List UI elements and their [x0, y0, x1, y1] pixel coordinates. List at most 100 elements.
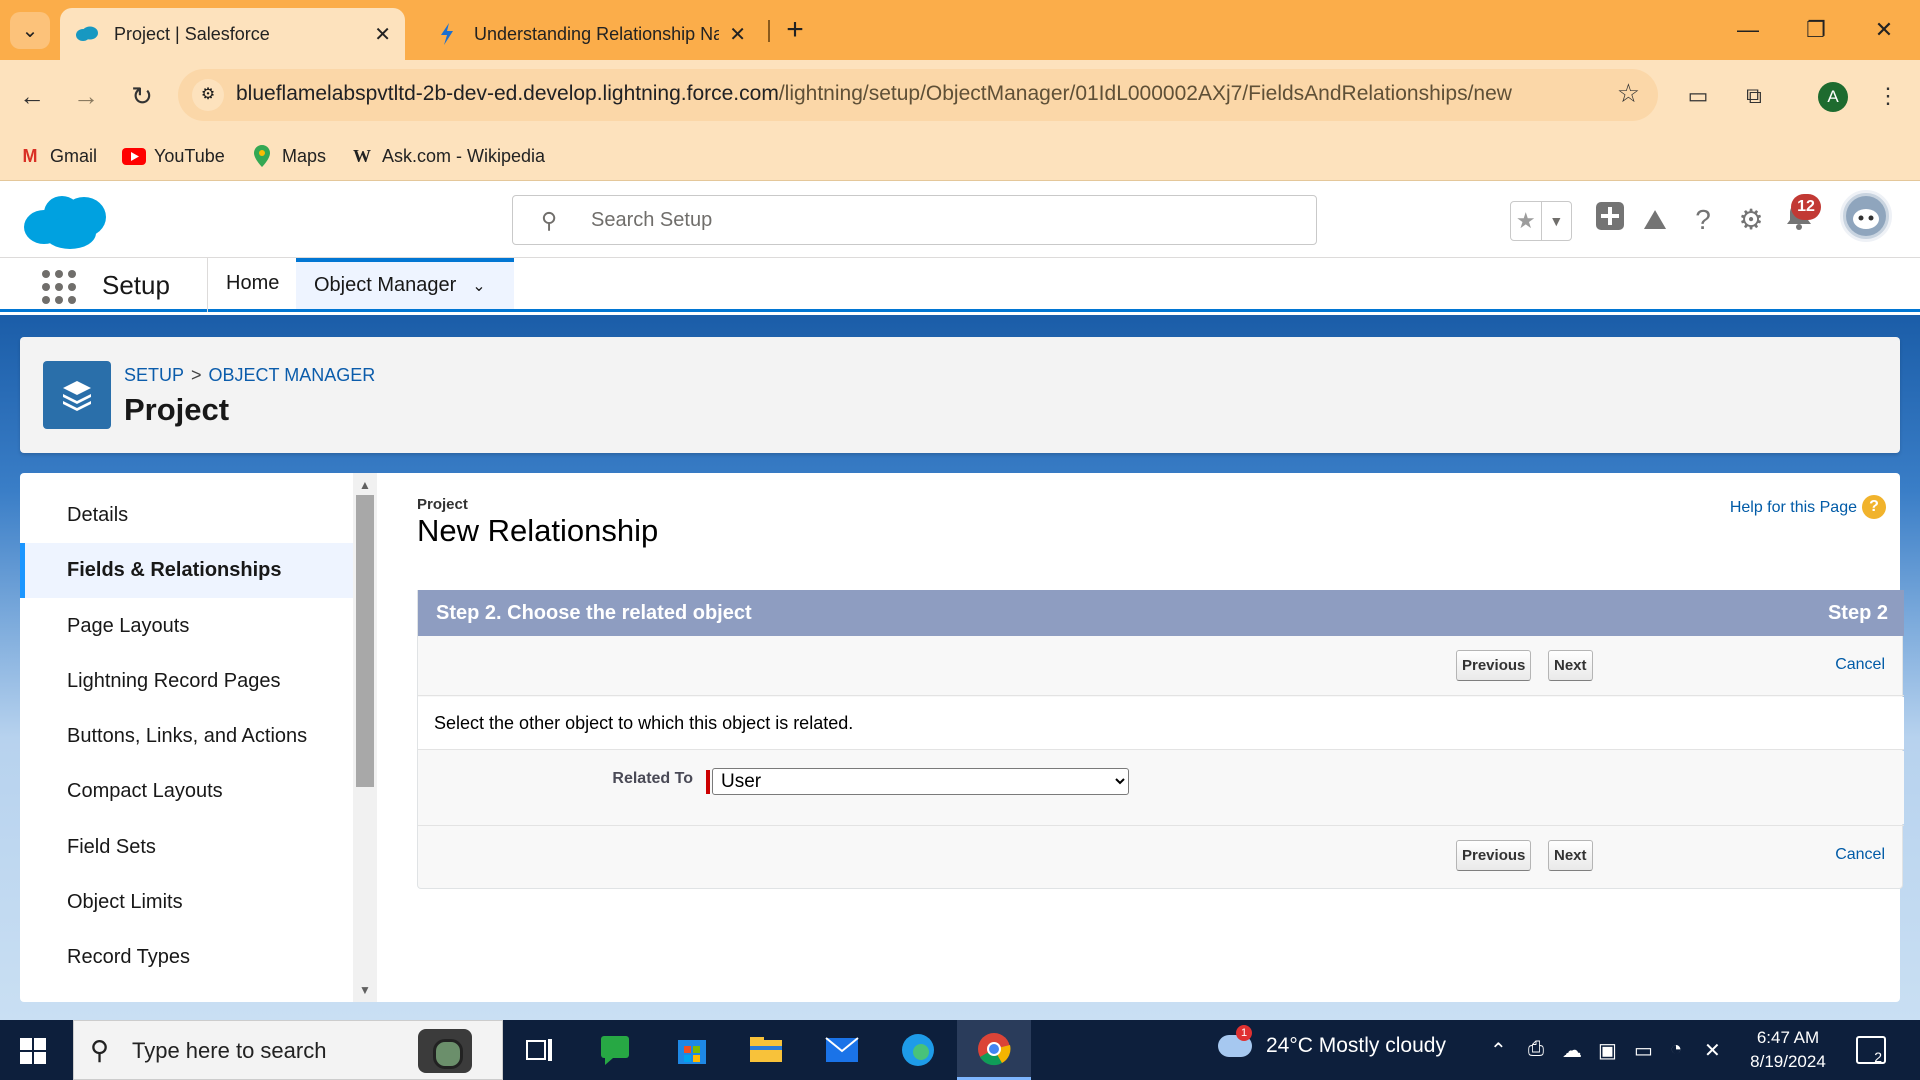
- bookmark-gmail[interactable]: M Gmail: [18, 140, 98, 172]
- cancel-link[interactable]: Cancel: [1835, 846, 1885, 864]
- scrollbar-thumb[interactable]: [356, 495, 374, 787]
- sidebar-item-lightning-record-pages[interactable]: Lightning Record Pages: [20, 654, 353, 709]
- address-bar[interactable]: ⚙ blueflamelabspvtltd-2b-dev-ed.develop.…: [178, 69, 1658, 121]
- wifi-icon[interactable]: ◔: [1670, 1038, 1682, 1061]
- user-avatar[interactable]: [1840, 190, 1892, 242]
- sidebar-item-field-sets[interactable]: Field Sets: [20, 820, 353, 875]
- url-text[interactable]: blueflamelabspvtltd-2b-dev-ed.develop.li…: [236, 82, 1512, 106]
- bookmark-maps[interactable]: Maps: [250, 140, 326, 172]
- browser-tab-bar: ⌄ Project | Salesforce ✕ Understanding R…: [0, 0, 1920, 60]
- new-tab-button[interactable]: +: [780, 12, 810, 48]
- lightning-bolt-icon: [434, 23, 460, 45]
- minimize-button[interactable]: —: [1718, 10, 1778, 50]
- sidebar-item-object-limits[interactable]: Object Limits: [20, 875, 353, 930]
- clock-date: 8/19/2024: [1750, 1052, 1826, 1071]
- forward-button[interactable]: →: [68, 78, 104, 114]
- help-for-page-link[interactable]: Help for this Page: [1730, 499, 1857, 517]
- salesforce-logo[interactable]: [22, 191, 112, 253]
- object-page-header: SETUP > OBJECT MANAGER Project: [20, 337, 1900, 453]
- file-explorer-icon[interactable]: [744, 1028, 788, 1072]
- previous-button[interactable]: Previous: [1456, 840, 1532, 871]
- task-view-icon[interactable]: [518, 1028, 562, 1072]
- camera-icon: [418, 1029, 472, 1073]
- sidebar-item-page-layouts[interactable]: Page Layouts: [20, 599, 353, 654]
- mail-icon[interactable]: [820, 1028, 864, 1072]
- wikipedia-icon: W: [353, 145, 371, 166]
- action-center-icon[interactable]: 2: [1856, 1036, 1886, 1065]
- clock-time: 6:47 AM: [1756, 1028, 1820, 1047]
- favorites-list-chevron-icon[interactable]: ▼: [1540, 202, 1572, 240]
- weather-widget[interactable]: 1 24°C Mostly cloudy: [1218, 1025, 1446, 1058]
- profile-avatar[interactable]: A: [1818, 82, 1848, 112]
- search-input[interactable]: [591, 206, 1291, 234]
- sidebar-item-details[interactable]: Details: [20, 488, 353, 543]
- sidebar-scrollbar[interactable]: ▲ ▼: [353, 473, 377, 1002]
- related-to-select[interactable]: User: [712, 768, 1129, 795]
- nav-item-home[interactable]: Home: [208, 258, 297, 309]
- site-info-icon[interactable]: ⚙: [192, 79, 224, 111]
- cancel-link[interactable]: Cancel: [1835, 656, 1885, 674]
- previous-button[interactable]: Previous: [1456, 650, 1532, 681]
- close-window-button[interactable]: ✕: [1854, 10, 1914, 50]
- sidebar-item-compact-layouts[interactable]: Compact Layouts: [20, 764, 353, 819]
- sidebar-item-fields-relationships[interactable]: Fields & Relationships: [20, 543, 353, 598]
- chat-app-icon[interactable]: [594, 1028, 638, 1072]
- chevron-down-icon[interactable]: ⌄: [472, 278, 485, 295]
- close-tab-icon[interactable]: ✕: [729, 22, 746, 47]
- next-button[interactable]: Next: [1548, 840, 1593, 871]
- help-question-icon[interactable]: ?: [1684, 201, 1722, 239]
- microsoft-store-icon[interactable]: [670, 1028, 714, 1072]
- system-clock[interactable]: 6:47 AM 8/19/2024: [1740, 1026, 1836, 1074]
- sidebar-item-record-types[interactable]: Record Types: [20, 930, 353, 985]
- meet-now-icon[interactable]: ⎙: [1528, 1038, 1544, 1061]
- favorites-group[interactable]: ★ ▼: [1510, 201, 1572, 241]
- maps-pin-icon: [250, 145, 274, 167]
- browser-tab-active[interactable]: Project | Salesforce ✕: [60, 8, 405, 60]
- display-icon[interactable]: ▣: [1598, 1038, 1617, 1063]
- step-header: Step 2. Choose the related object Step 2: [418, 590, 1904, 636]
- favorites-star-icon[interactable]: ★: [1511, 202, 1541, 240]
- breadcrumb-setup-link[interactable]: SETUP: [124, 365, 184, 385]
- breadcrumb-object-manager-link[interactable]: OBJECT MANAGER: [209, 365, 376, 385]
- bookmark-wikipedia[interactable]: W Ask.com - Wikipedia: [350, 140, 545, 172]
- taskbar-search-input[interactable]: [132, 1035, 432, 1067]
- app-launcher-icon[interactable]: [42, 270, 76, 304]
- extensions-icon[interactable]: ⧉: [1736, 78, 1772, 114]
- show-hidden-icons-chevron-icon[interactable]: ⌃: [1490, 1038, 1507, 1063]
- battery-icon[interactable]: ▭: [1634, 1038, 1653, 1063]
- next-button[interactable]: Next: [1548, 650, 1593, 681]
- back-button[interactable]: ←: [14, 78, 50, 114]
- edge-browser-icon[interactable]: [896, 1028, 940, 1072]
- scroll-down-arrow-icon[interactable]: ▼: [353, 980, 377, 1000]
- bookmark-star-icon[interactable]: ☆: [1617, 78, 1640, 109]
- sidebar-item-buttons-links-actions[interactable]: Buttons, Links, and Actions: [20, 709, 353, 764]
- tab-search-button[interactable]: ⌄: [10, 12, 50, 49]
- related-to-row: Related To User: [418, 751, 1904, 824]
- trailhead-icon[interactable]: ⛰: [1636, 201, 1674, 239]
- help-icon[interactable]: ?: [1862, 495, 1886, 519]
- bookmark-youtube[interactable]: YouTube: [122, 140, 225, 172]
- scroll-up-arrow-icon[interactable]: ▲: [353, 475, 377, 495]
- tab-title: Project | Salesforce: [114, 23, 270, 44]
- setup-gear-icon[interactable]: ⚙: [1732, 201, 1770, 239]
- cast-icon[interactable]: ▭: [1680, 78, 1716, 114]
- taskbar-search[interactable]: ⚲: [73, 1020, 503, 1080]
- global-actions-plus-icon[interactable]: [1591, 201, 1629, 239]
- windows-start-icon[interactable]: [20, 1038, 46, 1064]
- volume-muted-icon[interactable]: ✕: [1704, 1038, 1721, 1063]
- close-tab-icon[interactable]: ✕: [374, 22, 391, 47]
- tab-title: Understanding Relationship Na: [474, 23, 720, 44]
- chrome-taskbar-icon[interactable]: [957, 1020, 1031, 1080]
- chrome-menu-icon[interactable]: ⋮: [1870, 78, 1906, 114]
- weather-alert-badge: 1: [1236, 1025, 1252, 1041]
- onedrive-icon[interactable]: ☁: [1562, 1038, 1582, 1063]
- setup-search[interactable]: ⚲: [512, 195, 1317, 245]
- browser-toolbar: ← → ↻ ⚙ blueflamelabspvtltd-2b-dev-ed.de…: [0, 60, 1920, 132]
- step-block: Step 2. Choose the related object Step 2…: [417, 590, 1904, 889]
- reload-button[interactable]: ↻: [124, 78, 160, 114]
- windows-taskbar: ⚲ 1 24°C Mostly cloudy ⌃ ⎙ ☁ ▣ ▭ ◔ ✕ 6:4…: [0, 1020, 1920, 1080]
- object-sidebar: Details Fields & Relationships Page Layo…: [20, 473, 353, 1002]
- browser-tab[interactable]: Understanding Relationship Na ✕: [420, 8, 760, 60]
- restore-button[interactable]: ❐: [1786, 10, 1846, 50]
- nav-item-object-manager[interactable]: Object Manager ⌄: [296, 258, 514, 309]
